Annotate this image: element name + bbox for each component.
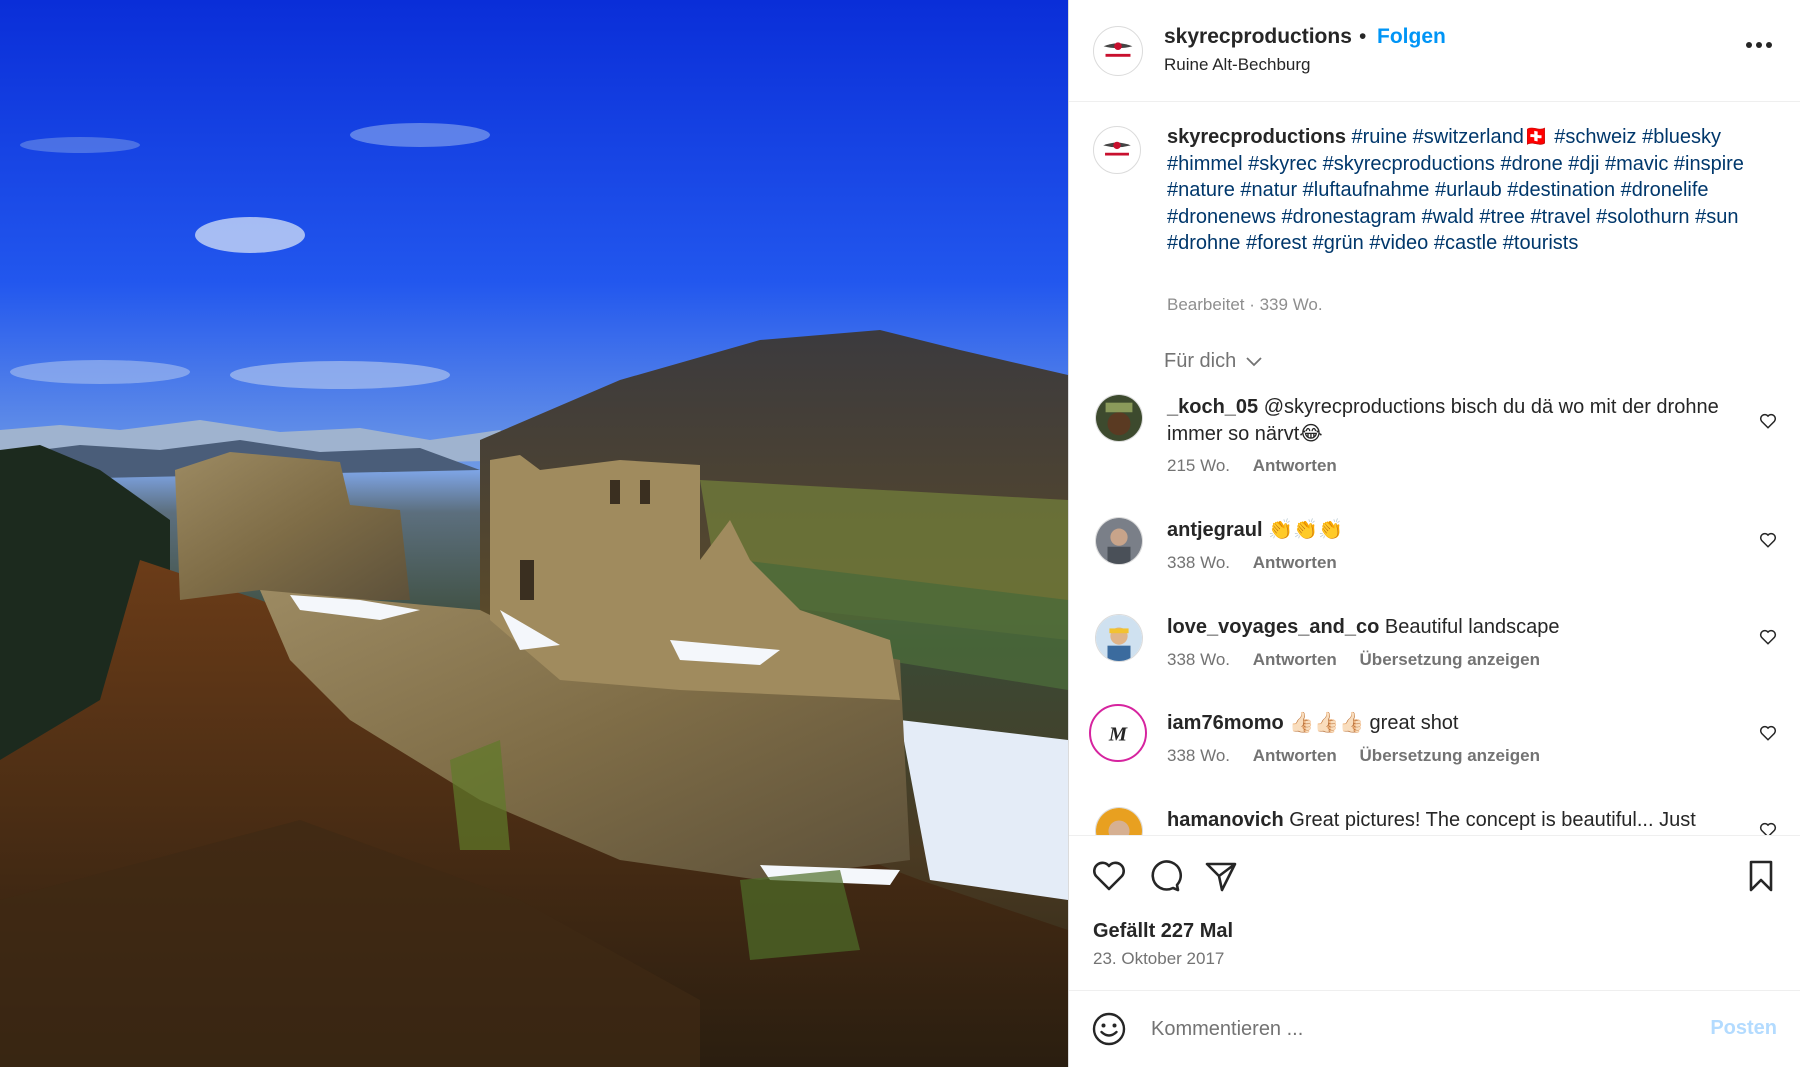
comment-username[interactable]: _koch_05 (1167, 396, 1258, 418)
comment-meta: 338 Wo. Antworten Übersetzung anzeigen (1167, 746, 1558, 766)
like-comment-heart-icon[interactable] (1759, 412, 1777, 430)
post-caption: skyrecproductions #ruine #switzerland🇨🇭 … (1167, 124, 1767, 257)
comment-item: love_voyages_and_co Beautiful landscape … (1069, 614, 1800, 684)
like-count[interactable]: Gefällt 227 Mal (1093, 920, 1233, 943)
comment-time: 338 Wo. (1167, 553, 1231, 572)
like-comment-heart-icon[interactable] (1759, 531, 1777, 549)
comment-item: _koch_05 @skyrecproductions bisch du dä … (1069, 394, 1800, 494)
comment-text: antjegraul 👏👏👏 (1167, 517, 1747, 544)
like-comment-heart-icon[interactable] (1759, 821, 1777, 835)
commenter-avatar[interactable]: M (1089, 704, 1147, 762)
comment-time: 338 Wo. (1167, 746, 1231, 765)
comment-icon[interactable] (1147, 858, 1183, 894)
author-username[interactable]: skyrecproductions (1164, 25, 1352, 49)
comment-body: Beautiful landscape (1384, 616, 1560, 638)
momo-logo-icon: M (1092, 707, 1144, 759)
comment-text: _koch_05 @skyrecproductions bisch du dä … (1167, 394, 1747, 447)
chevron-down-icon (1246, 357, 1262, 366)
post-date: 23. Oktober 2017 (1093, 949, 1225, 968)
caption-username[interactable]: skyrecproductions (1167, 126, 1346, 148)
svg-text:M: M (1108, 723, 1128, 745)
post-actions: Gefällt 227 Mal 23. Oktober 2017 (1069, 835, 1800, 990)
post-image[interactable] (0, 0, 1068, 1067)
commenter-avatar[interactable] (1095, 614, 1143, 662)
comment-item: hamanovich Great pictures! The concept i… (1069, 807, 1800, 835)
castle-ruin-photo (0, 0, 1068, 1067)
sort-label: Für dich (1164, 350, 1237, 372)
comment-username[interactable]: iam76momo (1167, 712, 1284, 734)
comment-meta: 215 Wo. Antworten (1167, 456, 1355, 476)
reply-button[interactable]: Antworten (1253, 650, 1337, 669)
post-header: skyrecproductions • Folgen Ruine Alt-Bec… (1069, 0, 1800, 102)
heart-icon[interactable] (1091, 858, 1127, 894)
emoji-icon[interactable] (1091, 1011, 1127, 1047)
skyrec-logo-icon (1094, 127, 1140, 173)
author-avatar[interactable] (1093, 26, 1143, 76)
comment-time: 215 Wo. (1167, 456, 1231, 475)
caption-meta: Bearbeitet · 339 Wo. (1167, 295, 1323, 314)
translate-button[interactable]: Übersetzung anzeigen (1360, 650, 1540, 669)
post-detail-panel: skyrecproductions • Folgen Ruine Alt-Bec… (1068, 0, 1800, 1067)
like-comment-heart-icon[interactable] (1759, 724, 1777, 742)
user-avatar-icon (1096, 808, 1142, 835)
commenter-avatar[interactable] (1095, 394, 1143, 442)
comments-list[interactable]: _koch_05 @skyrecproductions bisch du dä … (1069, 380, 1800, 835)
reply-button[interactable]: Antworten (1253, 553, 1337, 572)
comment-meta: 338 Wo. Antworten Übersetzung anzeigen (1167, 650, 1558, 670)
commenter-avatar[interactable] (1095, 517, 1143, 565)
comment-composer: Posten (1069, 990, 1800, 1067)
comment-item: antjegraul 👏👏👏 338 Wo. Antworten (1069, 517, 1800, 587)
user-avatar-icon (1096, 518, 1142, 564)
comment-body: 👏👏👏 (1268, 519, 1343, 541)
comments-sort-dropdown[interactable]: Für dich (1164, 350, 1262, 373)
comment-username[interactable]: antjegraul (1167, 519, 1263, 541)
skyrec-logo-icon (1094, 27, 1142, 75)
comment-body: Great pictures! The concept is beautiful… (1289, 809, 1696, 831)
header-separator: • (1359, 25, 1367, 48)
comment-body: 👍🏻👍🏻👍🏻 great shot (1289, 712, 1459, 734)
comment-username[interactable]: love_voyages_and_co (1167, 616, 1379, 638)
caption-author-avatar[interactable] (1093, 126, 1141, 174)
reply-button[interactable]: Antworten (1253, 456, 1337, 475)
reply-button[interactable]: Antworten (1253, 746, 1337, 765)
bookmark-icon[interactable] (1743, 858, 1779, 894)
comment-text: hamanovich Great pictures! The concept i… (1167, 807, 1747, 834)
comment-input[interactable] (1151, 1011, 1651, 1047)
like-comment-heart-icon[interactable] (1759, 628, 1777, 646)
comment-item: M iam76momo 👍🏻👍🏻👍🏻 great shot 338 Wo. An… (1069, 704, 1800, 780)
translate-button[interactable]: Übersetzung anzeigen (1360, 746, 1540, 765)
commenter-avatar[interactable] (1095, 807, 1143, 835)
comment-text: love_voyages_and_co Beautiful landscape (1167, 614, 1747, 641)
comment-time: 338 Wo. (1167, 650, 1231, 669)
follow-button[interactable]: Folgen (1377, 25, 1446, 49)
share-icon[interactable] (1203, 858, 1239, 894)
post-comment-button[interactable]: Posten (1710, 1017, 1777, 1040)
user-avatar-icon (1096, 395, 1142, 441)
more-options-icon[interactable] (1745, 40, 1773, 50)
comment-meta: 338 Wo. Antworten (1167, 553, 1355, 573)
comment-username[interactable]: hamanovich (1167, 809, 1284, 831)
comment-text: iam76momo 👍🏻👍🏻👍🏻 great shot (1167, 710, 1747, 737)
post-location[interactable]: Ruine Alt-Bechburg (1164, 55, 1310, 75)
user-avatar-icon (1096, 615, 1142, 661)
